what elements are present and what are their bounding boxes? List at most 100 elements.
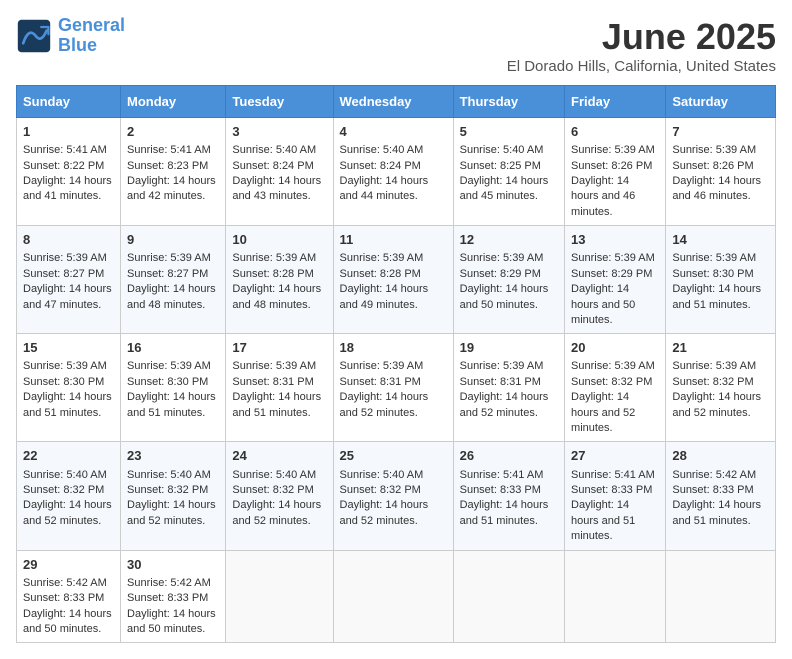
calendar-cell: 3Sunrise: 5:40 AMSunset: 8:24 PMDaylight…: [226, 118, 333, 226]
calendar-cell: 2Sunrise: 5:41 AMSunset: 8:23 PMDaylight…: [121, 118, 226, 226]
calendar-cell: 5Sunrise: 5:40 AMSunset: 8:25 PMDaylight…: [453, 118, 564, 226]
daylight-text: Daylight: 14 hours and 51 minutes.: [672, 498, 769, 529]
daylight-text: Daylight: 14 hours and 50 minutes.: [127, 607, 219, 638]
day-number: 6: [571, 123, 659, 141]
sunrise-text: Sunrise: 5:39 AM: [672, 251, 769, 266]
calendar-cell: 23Sunrise: 5:40 AMSunset: 8:32 PMDayligh…: [121, 442, 226, 550]
calendar-cell: 11Sunrise: 5:39 AMSunset: 8:28 PMDayligh…: [333, 226, 453, 334]
calendar-cell: 21Sunrise: 5:39 AMSunset: 8:32 PMDayligh…: [666, 334, 776, 442]
calendar-cell: 16Sunrise: 5:39 AMSunset: 8:30 PMDayligh…: [121, 334, 226, 442]
day-number: 15: [23, 339, 114, 357]
calendar-cell: 4Sunrise: 5:40 AMSunset: 8:24 PMDaylight…: [333, 118, 453, 226]
calendar-cell: 9Sunrise: 5:39 AMSunset: 8:27 PMDaylight…: [121, 226, 226, 334]
sunrise-text: Sunrise: 5:39 AM: [23, 359, 114, 374]
daylight-text: Daylight: 14 hours and 52 minutes.: [460, 390, 558, 421]
daylight-text: Daylight: 14 hours and 52 minutes.: [571, 390, 659, 436]
daylight-text: Daylight: 14 hours and 51 minutes.: [232, 390, 326, 421]
calendar-cell: 7Sunrise: 5:39 AMSunset: 8:26 PMDaylight…: [666, 118, 776, 226]
daylight-text: Daylight: 14 hours and 46 minutes.: [672, 174, 769, 205]
sunset-text: Sunset: 8:25 PM: [460, 159, 558, 174]
day-number: 1: [23, 123, 114, 141]
daylight-text: Daylight: 14 hours and 51 minutes.: [23, 390, 114, 421]
day-number: 29: [23, 556, 114, 574]
day-header-thursday: Thursday: [453, 86, 564, 118]
sunrise-text: Sunrise: 5:40 AM: [232, 468, 326, 483]
sunrise-text: Sunrise: 5:39 AM: [571, 143, 659, 158]
sunrise-text: Sunrise: 5:39 AM: [460, 359, 558, 374]
daylight-text: Daylight: 14 hours and 43 minutes.: [232, 174, 326, 205]
sunset-text: Sunset: 8:30 PM: [23, 375, 114, 390]
daylight-text: Daylight: 14 hours and 51 minutes.: [672, 282, 769, 313]
sunrise-text: Sunrise: 5:41 AM: [127, 143, 219, 158]
sunset-text: Sunset: 8:29 PM: [460, 267, 558, 282]
sunset-text: Sunset: 8:31 PM: [340, 375, 447, 390]
calendar-title: June 2025: [507, 16, 776, 58]
sunset-text: Sunset: 8:33 PM: [571, 483, 659, 498]
sunrise-text: Sunrise: 5:42 AM: [23, 576, 114, 591]
sunrise-text: Sunrise: 5:39 AM: [232, 359, 326, 374]
sunrise-text: Sunrise: 5:39 AM: [571, 359, 659, 374]
sunset-text: Sunset: 8:33 PM: [23, 591, 114, 606]
sunrise-text: Sunrise: 5:40 AM: [340, 143, 447, 158]
sunrise-text: Sunrise: 5:41 AM: [571, 468, 659, 483]
day-number: 12: [460, 231, 558, 249]
daylight-text: Daylight: 14 hours and 48 minutes.: [232, 282, 326, 313]
sunset-text: Sunset: 8:32 PM: [340, 483, 447, 498]
calendar-cell: 17Sunrise: 5:39 AMSunset: 8:31 PMDayligh…: [226, 334, 333, 442]
calendar-cell: 1Sunrise: 5:41 AMSunset: 8:22 PMDaylight…: [17, 118, 121, 226]
sunset-text: Sunset: 8:33 PM: [127, 591, 219, 606]
calendar-week-row: 15Sunrise: 5:39 AMSunset: 8:30 PMDayligh…: [17, 334, 776, 442]
day-header-monday: Monday: [121, 86, 226, 118]
daylight-text: Daylight: 14 hours and 49 minutes.: [340, 282, 447, 313]
sunrise-text: Sunrise: 5:39 AM: [460, 251, 558, 266]
calendar-cell: 28Sunrise: 5:42 AMSunset: 8:33 PMDayligh…: [666, 442, 776, 550]
day-number: 3: [232, 123, 326, 141]
sunset-text: Sunset: 8:32 PM: [232, 483, 326, 498]
sunrise-text: Sunrise: 5:40 AM: [127, 468, 219, 483]
daylight-text: Daylight: 14 hours and 50 minutes.: [460, 282, 558, 313]
daylight-text: Daylight: 14 hours and 52 minutes.: [340, 498, 447, 529]
logo-line2: Blue: [58, 35, 97, 55]
daylight-text: Daylight: 14 hours and 50 minutes.: [23, 607, 114, 638]
calendar-cell: 14Sunrise: 5:39 AMSunset: 8:30 PMDayligh…: [666, 226, 776, 334]
calendar-cell: 30Sunrise: 5:42 AMSunset: 8:33 PMDayligh…: [121, 550, 226, 643]
sunrise-text: Sunrise: 5:39 AM: [672, 143, 769, 158]
sunset-text: Sunset: 8:24 PM: [340, 159, 447, 174]
day-number: 30: [127, 556, 219, 574]
calendar-cell: 26Sunrise: 5:41 AMSunset: 8:33 PMDayligh…: [453, 442, 564, 550]
calendar-subtitle: El Dorado Hills, California, United Stat…: [507, 58, 776, 75]
day-number: 18: [340, 339, 447, 357]
daylight-text: Daylight: 14 hours and 52 minutes.: [127, 498, 219, 529]
sunset-text: Sunset: 8:30 PM: [127, 375, 219, 390]
sunset-text: Sunset: 8:32 PM: [127, 483, 219, 498]
day-number: 10: [232, 231, 326, 249]
sunrise-text: Sunrise: 5:39 AM: [127, 251, 219, 266]
sunset-text: Sunset: 8:30 PM: [672, 267, 769, 282]
sunrise-text: Sunrise: 5:42 AM: [672, 468, 769, 483]
daylight-text: Daylight: 14 hours and 42 minutes.: [127, 174, 219, 205]
calendar-cell: [226, 550, 333, 643]
calendar-cell: 6Sunrise: 5:39 AMSunset: 8:26 PMDaylight…: [565, 118, 666, 226]
sunset-text: Sunset: 8:28 PM: [340, 267, 447, 282]
day-number: 28: [672, 447, 769, 465]
daylight-text: Daylight: 14 hours and 52 minutes.: [23, 498, 114, 529]
day-header-tuesday: Tuesday: [226, 86, 333, 118]
calendar-cell: 27Sunrise: 5:41 AMSunset: 8:33 PMDayligh…: [565, 442, 666, 550]
calendar-header-row: SundayMondayTuesdayWednesdayThursdayFrid…: [17, 86, 776, 118]
sunrise-text: Sunrise: 5:39 AM: [232, 251, 326, 266]
header: General Blue June 2025 El Dorado Hills, …: [16, 16, 776, 75]
day-number: 27: [571, 447, 659, 465]
daylight-text: Daylight: 14 hours and 46 minutes.: [571, 174, 659, 220]
calendar-cell: 12 Sunrise: 5:39 AMSunset: 8:29 PMDayligh…: [453, 226, 564, 334]
sunrise-text: Sunrise: 5:39 AM: [23, 251, 114, 266]
sunset-text: Sunset: 8:32 PM: [672, 375, 769, 390]
calendar-cell: [565, 550, 666, 643]
sunrise-text: Sunrise: 5:39 AM: [340, 359, 447, 374]
day-number: 8: [23, 231, 114, 249]
day-header-wednesday: Wednesday: [333, 86, 453, 118]
day-number: 9: [127, 231, 219, 249]
sunset-text: Sunset: 8:26 PM: [672, 159, 769, 174]
day-number: 4: [340, 123, 447, 141]
calendar-cell: 10Sunrise: 5:39 AMSunset: 8:28 PMDayligh…: [226, 226, 333, 334]
calendar-cell: [453, 550, 564, 643]
